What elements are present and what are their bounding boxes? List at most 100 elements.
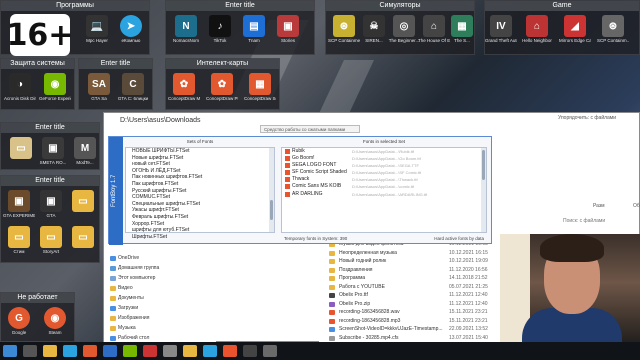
- tile-cd-mindmap[interactable]: ✿ConceptDraw MINDMAP: [168, 73, 200, 101]
- checkbox[interactable]: [285, 184, 290, 190]
- tile-beginner[interactable]: ◎ The Beginner...: [388, 15, 420, 43]
- font-set-item[interactable]: шрифты для ютуб.FTSet: [126, 227, 274, 234]
- font-set-item[interactable]: ОГОНЬ И ЛЁД.FTSet: [126, 168, 274, 175]
- fontboy-taskbar-icon[interactable]: [103, 345, 117, 357]
- nav-documents[interactable]: Документы: [104, 293, 216, 303]
- tile-gta-sa[interactable]: SA GTA Sa: [83, 73, 115, 101]
- font-set-item[interactable]: Пак шрифтов.FTSet: [126, 181, 274, 188]
- font-item[interactable]: Comic Sans MS KOIB D:\Users\asus\AppData\…: [282, 183, 486, 190]
- tile-sim5[interactable]: ▦ The S...: [446, 15, 478, 43]
- checkbox[interactable]: [285, 163, 290, 169]
- font-set-item[interactable]: Русский шрифты.FTSet: [126, 188, 274, 195]
- tile-gta4[interactable]: IVGrand Theft Auto IV: [485, 15, 517, 43]
- tile-folder-2[interactable]: ▭: [67, 226, 99, 249]
- font-item[interactable]: AR DARLING D:\Users\asus\AppData\...\ARDA…: [282, 191, 486, 198]
- tile-acronis[interactable]: ◑Acronis Disk Director 12.5: [4, 73, 36, 101]
- board-icon: ▤: [243, 15, 265, 37]
- tile-scp[interactable]: ⊛SCP Containment Br...: [328, 15, 360, 43]
- neighbor-icon: ⌂: [526, 15, 548, 37]
- column-size-header[interactable]: Разм: [593, 203, 605, 209]
- tile-stories[interactable]: ▣ Stories: [272, 15, 304, 43]
- nav-this-pc[interactable]: Этот компьютер: [104, 273, 216, 283]
- font-set-item[interactable]: COMMUC.FTSet: [126, 194, 274, 201]
- font-item[interactable]: Thwack D:\Users\asus\AppData\...\Thwack.t…: [282, 176, 486, 183]
- tile-siren[interactable]: ☠ SIREN...: [358, 15, 390, 43]
- column-extra-header[interactable]: Об: [633, 203, 640, 209]
- checkbox[interactable]: [285, 156, 290, 162]
- folder-icon: ▭: [8, 226, 30, 248]
- tile-gta-experiment[interactable]: ▣GTA EXPERIMENT: [3, 190, 35, 218]
- tile-tiktok[interactable]: ♪ TikTok: [204, 15, 236, 43]
- nav-pictures[interactable]: Изображения: [104, 313, 216, 323]
- windows-start-icon[interactable]: [3, 345, 17, 357]
- tile-group-enter-title-3: Enter title ▭ ▣ SMETA RO... M ModTe...: [0, 122, 100, 170]
- nav-onedrive[interactable]: OneDrive: [104, 253, 216, 263]
- explorer-path: D:\Users\asus\Downloads: [120, 117, 201, 124]
- font-set-item[interactable]: новый сет.FTSet: [126, 161, 274, 168]
- nav-music[interactable]: Музыка: [104, 323, 216, 333]
- tile-mirrors-edge[interactable]: ◢Mirrors Edge Catalyst: [559, 15, 591, 43]
- nav-downloads[interactable]: Загрузки: [104, 303, 216, 313]
- edge-icon[interactable]: [63, 345, 77, 357]
- app-icon[interactable]: [163, 345, 177, 357]
- tile-google[interactable]: G Google: [3, 307, 35, 335]
- font-item[interactable]: SF Comic Script Shaded D:\Users\asus\AppD…: [282, 169, 486, 176]
- telegram-icon[interactable]: [203, 345, 217, 357]
- tile-enter3-a[interactable]: ▭: [5, 137, 37, 160]
- tile-cd-solution[interactable]: ▦ConceptDraw Solution Br...: [244, 73, 276, 101]
- search-hint[interactable]: Поиск: с файлами: [559, 215, 639, 227]
- tile-smeta[interactable]: ▣ SMETA RO...: [37, 137, 69, 165]
- tile-scp-game[interactable]: ⊛ SCP Containm...: [597, 15, 629, 43]
- font-item[interactable]: Go Boom! D:\Users\asus\AppData\...\Go Boo…: [282, 155, 486, 162]
- app-icon[interactable]: [143, 345, 157, 357]
- file-explorer-icon[interactable]: [43, 345, 57, 357]
- font-item[interactable]: Rubik D:\Users\asus\AppData\...\Rubik.ttf: [282, 148, 486, 155]
- tile-gta[interactable]: ▣ GTA: [35, 190, 67, 218]
- sets-scrollbar[interactable]: [269, 148, 274, 232]
- tiktok-icon: ♪: [209, 15, 231, 37]
- tile-cd-pro[interactable]: ✿ConceptDraw PRO: [206, 73, 238, 101]
- tile-mpc[interactable]: 💻 Mpc Hayer: [81, 15, 113, 44]
- font-set-item[interactable]: Февраль шрифты.FTSet: [126, 214, 274, 221]
- chrome-icon[interactable]: [83, 345, 97, 357]
- font-set-item[interactable]: Ужасы шрифт.FTSet: [126, 207, 274, 214]
- tile-tnam[interactable]: ▤ Tnam: [238, 15, 270, 43]
- font-item[interactable]: SEGA LOGO FONT D:\Users\asus\AppData\...\…: [282, 162, 486, 169]
- sort-hint[interactable]: Упорядочить: с файлами: [558, 115, 638, 123]
- group-title: Симуляторы: [326, 1, 474, 11]
- font-set-item[interactable]: Пак новинных шрифтов.FTSet: [126, 174, 274, 181]
- scroll-thumb[interactable]: [482, 150, 485, 180]
- tile-gta-c[interactable]: C GTA C: 6лицки: [117, 73, 149, 101]
- checkbox[interactable]: [285, 149, 290, 154]
- font-set-item[interactable]: НОВЫЕ ШРИФТЫ.FTSet: [126, 148, 274, 155]
- app-icon[interactable]: [263, 345, 277, 357]
- fonts-in-set-list: Rubik D:\Users\asus\AppData\...\Rubik.ttf…: [281, 147, 487, 233]
- tile-telegram[interactable]: ➤ еКомпью: [115, 15, 147, 43]
- font-sets-list: НОВЫЕ ШРИФТЫ.FTSet Новые шрифты.FTSet но…: [125, 147, 275, 240]
- scroll-thumb[interactable]: [270, 200, 273, 220]
- tile-nomacs[interactable]: N NomacsNom: [170, 15, 202, 43]
- checkbox[interactable]: [285, 177, 290, 183]
- app-icon[interactable]: [243, 345, 257, 357]
- tile-geforce[interactable]: ◉GeForce Experience: [39, 73, 71, 101]
- tile-modte[interactable]: M ModTe...: [69, 137, 101, 165]
- tile-steam[interactable]: ◉ Steam: [39, 307, 71, 335]
- tile-hello-neighbor[interactable]: ⌂ Hello Neighbor: [521, 15, 553, 43]
- font-set-item[interactable]: Специальные шрифты.FTSet: [126, 201, 274, 208]
- nav-homegroup[interactable]: Домашняя группа: [104, 263, 216, 273]
- media-icon[interactable]: [223, 345, 237, 357]
- folder-icon[interactable]: [183, 345, 197, 357]
- checkbox[interactable]: [285, 191, 290, 197]
- font-set-item[interactable]: Хоррор.FTSet: [126, 221, 274, 228]
- tile-folder[interactable]: ▭: [67, 190, 99, 213]
- tile-storyart[interactable]: ▭ StoryArt: [35, 226, 67, 254]
- ribbon-hint[interactable]: Средство работы со сжатыми папками: [260, 125, 360, 133]
- tile-stim[interactable]: ▭ Стим: [3, 226, 35, 254]
- nav-videos[interactable]: Видео: [104, 283, 216, 293]
- font-set-item[interactable]: Шрифты.FTSet: [126, 234, 274, 241]
- checkbox[interactable]: [285, 170, 290, 176]
- task-view-icon[interactable]: [23, 345, 37, 357]
- fonts-scrollbar[interactable]: [481, 148, 486, 232]
- tile-group-enter-title-4: Enter title ▣GTA EXPERIMENT ▣GTA ▭ ▭Стим…: [0, 175, 100, 263]
- app-icon[interactable]: [123, 345, 137, 357]
